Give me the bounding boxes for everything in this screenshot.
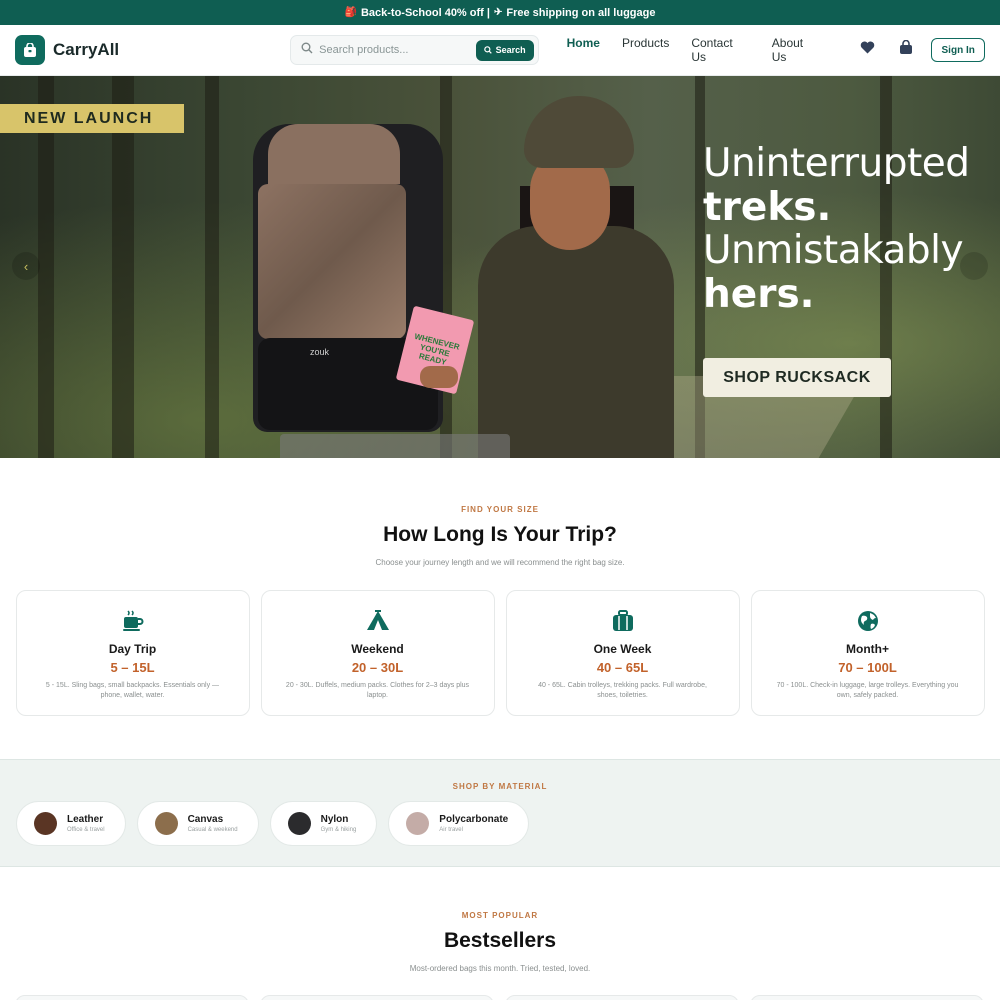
tent-icon (262, 607, 494, 635)
material-pill-canvas[interactable]: Canvas Casual & weekend (136, 801, 259, 846)
tree-trunk (112, 76, 134, 458)
trip-card-size: 40 – 65L (596, 660, 649, 675)
trip-card-one-week[interactable]: One Week 40 – 65L 40 - 65L. Cabin trolle… (505, 590, 740, 716)
brand-name: CarryAll (53, 40, 120, 59)
tree-trunk (205, 76, 219, 458)
material-eyebrow: SHOP BY MATERIAL (452, 782, 548, 791)
rucksack-logo: zouk (310, 347, 330, 357)
material-name: Canvas (187, 814, 224, 825)
trip-card-desc: 70 - 100L. Check-in luggage, large troll… (776, 682, 959, 700)
backpack-icon: 🎒 (344, 7, 357, 18)
tree-trunk (38, 76, 54, 458)
globe-icon (752, 607, 984, 635)
search-input[interactable] (319, 44, 470, 56)
material-pills: Leather Office & travel Canvas Casual & we… (0, 801, 1000, 846)
announcement-promo: Back-to-School 40% off | (360, 6, 490, 19)
hero-line-3: Unmistakably (703, 228, 964, 274)
shop-rucksack-button[interactable]: SHOP RUCKSACK (703, 358, 891, 397)
material-section: SHOP BY MATERIAL Leather Office & travel … (0, 759, 1000, 867)
trip-length-section: FIND YOUR SIZE How Long Is Your Trip? Ch… (0, 458, 1000, 716)
search-button-icon (483, 46, 492, 54)
trip-card-desc: 5 - 15L. Sling bags, small backpacks. Es… (45, 682, 220, 700)
material-pill-polycarbonate[interactable]: Polycarbonate Air travel (388, 801, 530, 846)
hero-line-2: treks. (703, 184, 832, 230)
coffee-cup-icon (17, 607, 249, 635)
shopping-bag-icon (15, 35, 45, 65)
leather-swatch (34, 812, 57, 835)
person-hand (420, 366, 458, 388)
trip-title: How Long Is Your Trip? (383, 523, 617, 546)
rucksack-top (268, 124, 400, 184)
trip-card-size: 70 – 100L (838, 660, 897, 675)
site-header: CarryAll Search Home Products Contact Us… (0, 25, 1000, 76)
product-card[interactable] (505, 995, 739, 1000)
trip-card-size: 20 – 30L (351, 660, 404, 675)
bike-rack (280, 434, 510, 458)
hero-line-4: hers. (703, 272, 815, 318)
announcement-shipping: Free shipping on all luggage (506, 6, 656, 19)
bestseller-cards (0, 995, 1000, 1000)
trip-card-name: Weekend (351, 642, 404, 656)
nav-contact-us[interactable]: Contact Us (691, 36, 749, 64)
material-sub: Office & travel (67, 827, 105, 833)
nav-products[interactable]: Products (622, 36, 669, 64)
bestsellers-eyebrow: MOST POPULAR (461, 911, 539, 920)
material-name: Polycarbonate (439, 814, 509, 825)
material-sub: Gym & hiking (320, 827, 357, 833)
hero-banner: zouk WHENEVER YOU'RE READY NEW LAUNCH ‹ … (0, 76, 1000, 458)
material-pill-leather[interactable]: Leather Office & travel (16, 801, 126, 846)
main-nav: Home Products Contact Us About Us (567, 36, 821, 64)
trip-card-desc: 40 - 65L. Cabin trolleys, trekking packs… (538, 682, 707, 700)
hero-headline: Uninterrupted treks. Unmistakably hers. (703, 142, 970, 317)
bestsellers-title: Bestsellers (443, 929, 557, 952)
nav-home[interactable]: Home (567, 36, 600, 64)
polycarbonate-swatch (406, 812, 430, 835)
product-card[interactable] (260, 995, 494, 1000)
suitcase-icon (507, 607, 739, 635)
search-bar: Search (290, 35, 539, 65)
trip-subtitle: Choose your journey length and we will r… (375, 558, 625, 567)
search-button[interactable]: Search (475, 39, 534, 61)
trip-cards: Day Trip 5 – 15L 5 - 15L. Sling bags, sm… (0, 590, 1000, 716)
brand-logo[interactable]: CarryAll (15, 35, 290, 65)
beanie-hat (524, 96, 634, 168)
search-icon (301, 41, 313, 59)
search-button-label: Search (495, 45, 526, 55)
product-card[interactable] (15, 995, 249, 1000)
rucksack-panel (258, 184, 406, 339)
new-launch-badge: NEW LAUNCH (0, 104, 184, 133)
hero-line-1: Uninterrupted (703, 141, 970, 186)
person-jacket (478, 226, 674, 458)
airplane-icon: ✈ (493, 7, 503, 18)
material-name: Nylon (320, 814, 349, 825)
trip-card-name: Month+ (846, 642, 889, 656)
trip-card-month-plus[interactable]: Month+ 70 – 100L 70 - 100L. Check-in lug… (750, 590, 985, 716)
trip-card-size: 5 – 15L (110, 660, 155, 675)
material-sub: Air travel (439, 827, 463, 833)
trip-card-weekend[interactable]: Weekend 20 – 30L 20 - 30L. Duffels, medi… (260, 590, 495, 716)
trip-eyebrow: FIND YOUR SIZE (461, 505, 539, 514)
carousel-prev-button[interactable]: ‹ (12, 252, 40, 280)
trip-card-name: Day Trip (108, 642, 157, 656)
announcement-bar: 🎒 Back-to-School 40% off | ✈ Free shippi… (0, 0, 1000, 25)
heart-icon[interactable] (860, 41, 875, 59)
bestsellers-section: MOST POPULAR Bestsellers Most-ordered ba… (0, 867, 1000, 1000)
trip-card-name: One Week (593, 642, 652, 656)
material-name: Leather (67, 814, 104, 825)
canvas-swatch (154, 812, 178, 835)
nav-about-us[interactable]: About Us (772, 36, 821, 64)
product-card[interactable] (750, 995, 984, 1000)
trip-card-day-trip[interactable]: Day Trip 5 – 15L 5 - 15L. Sling bags, sm… (15, 590, 250, 716)
material-sub: Casual & weekend (187, 827, 238, 833)
bestsellers-subtitle: Most-ordered bags this month. Tried, tes… (409, 964, 591, 973)
sign-in-button[interactable]: Sign In (931, 38, 986, 62)
material-pill-nylon[interactable]: Nylon Gym & hiking (269, 801, 378, 846)
nylon-swatch (287, 812, 311, 835)
cart-bag-icon[interactable] (899, 39, 913, 60)
header-icons (860, 39, 913, 60)
trip-card-desc: 20 - 30L. Duffels, medium packs. Clothes… (285, 682, 470, 700)
